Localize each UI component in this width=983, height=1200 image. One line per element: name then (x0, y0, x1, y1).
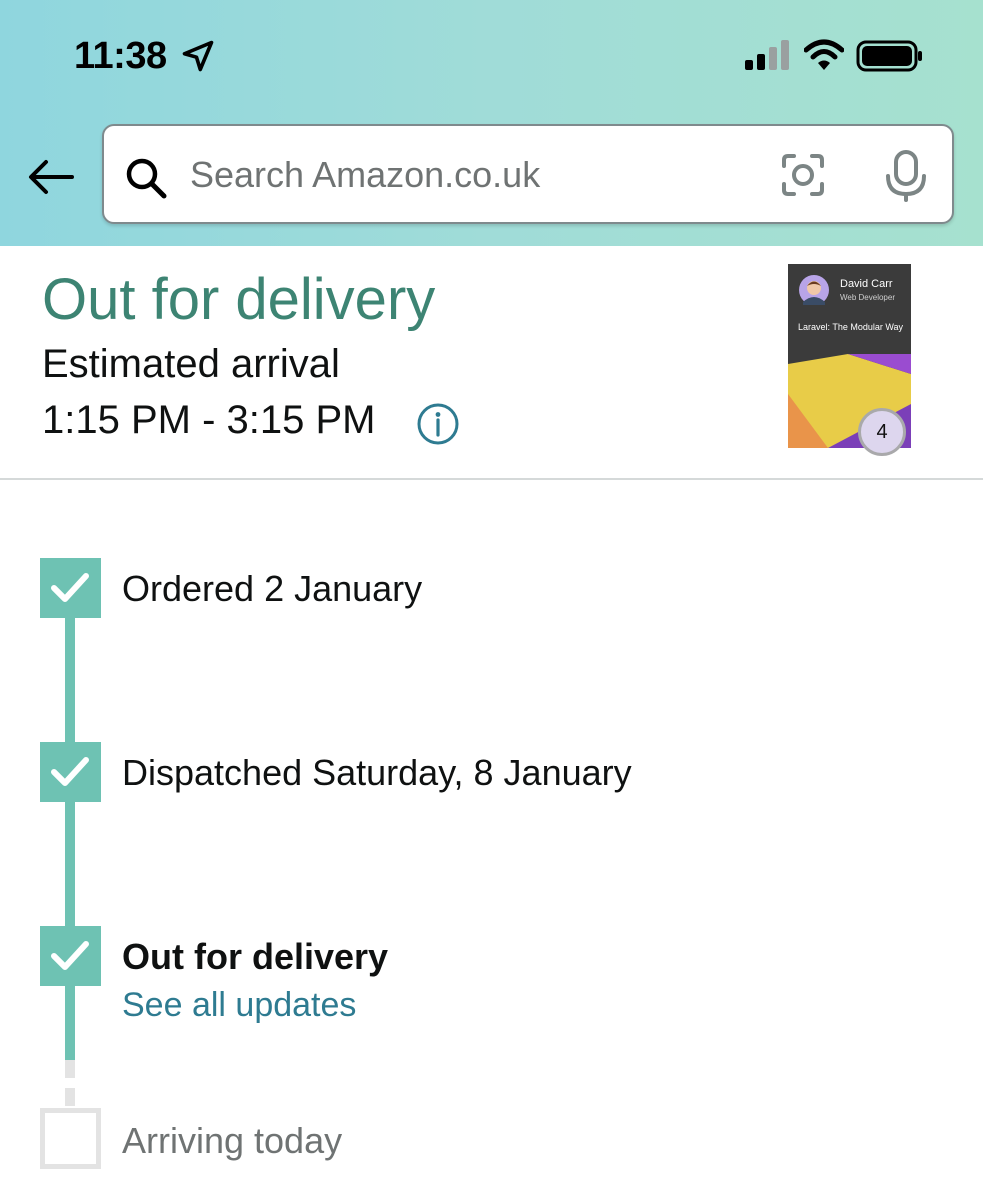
estimated-arrival-window: 1:15 PM - 3:15 PM (42, 398, 376, 442)
checkmark-icon (51, 941, 89, 970)
delivery-status-title: Out for delivery (42, 267, 436, 332)
step-out-for-delivery-label: Out for delivery (122, 936, 389, 977)
book-author: David Carr (840, 278, 893, 290)
step-dispatched-label: Dispatched Saturday, 8 January (122, 752, 632, 793)
timeline-progress-line (65, 590, 75, 1060)
see-all-updates-link[interactable]: See all updates (122, 986, 356, 1025)
microphone-icon[interactable] (884, 150, 928, 202)
step-dispatched-check (40, 742, 101, 802)
checkmark-icon (51, 573, 89, 602)
camera-scan-icon[interactable] (780, 152, 826, 198)
book-author-role: Web Developer (840, 293, 895, 302)
estimated-arrival-label: Estimated arrival (42, 342, 340, 386)
wifi-icon (804, 39, 844, 70)
step-arriving-checkbox (40, 1108, 101, 1169)
step-out-for-delivery-check (40, 926, 101, 986)
location-arrow-icon (182, 40, 214, 72)
timeline-pending-line (65, 1088, 75, 1106)
back-arrow-icon[interactable] (26, 152, 76, 202)
step-arriving-label: Arriving today (122, 1120, 343, 1161)
search-icon[interactable] (124, 156, 168, 200)
checkmark-icon (51, 757, 89, 786)
info-icon[interactable] (416, 402, 460, 446)
delivery-summary: Out for delivery Estimated arrival 1:15 … (0, 246, 983, 480)
search-bar[interactable] (102, 124, 954, 224)
book-title: Laravel: The Modular Way (798, 322, 904, 332)
timeline-pending-line (65, 1060, 75, 1078)
step-ordered-check (40, 558, 101, 618)
app-header: 11:38 (0, 0, 983, 246)
battery-icon (856, 40, 922, 72)
search-input[interactable] (188, 144, 772, 206)
status-bar-time: 11:38 (74, 34, 167, 77)
step-ordered-label: Ordered 2 January (122, 568, 423, 609)
author-avatar (799, 275, 829, 305)
quantity-badge: 4 (858, 408, 906, 456)
tracking-timeline: Ordered 2 January Dispatched Saturday, 8… (0, 480, 983, 1200)
signal-icon (745, 40, 789, 70)
